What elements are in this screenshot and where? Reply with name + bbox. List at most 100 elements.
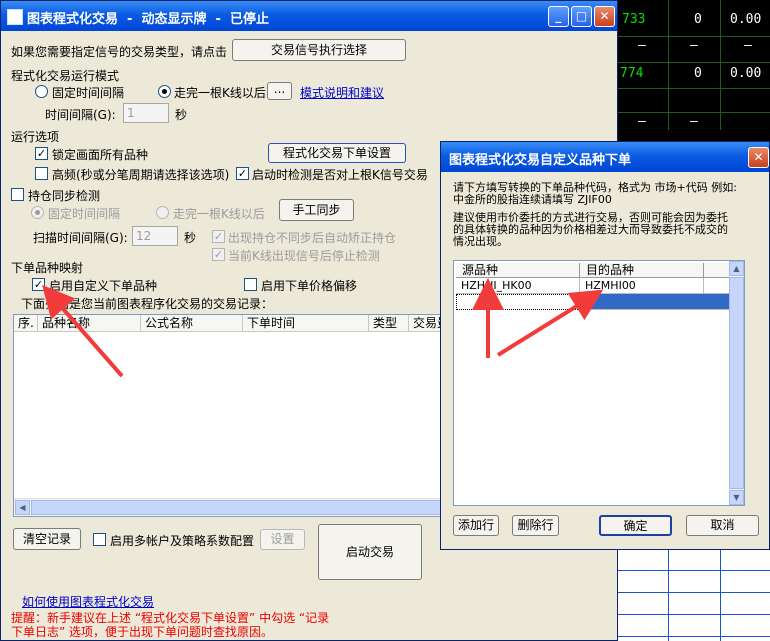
sync-fixed-label: 固定时间间隔 — [48, 207, 121, 221]
quote-value: — — [690, 38, 698, 53]
warning-line: 提醒：新手建议在上述 “程式化交易下单设置” 中勾选 “记录 — [11, 611, 330, 625]
main-titlebar[interactable]: 图表程式化交易 - 动态显示牌 - 已停止 _ □ ✕ — [1, 1, 617, 31]
column-header[interactable]: 下单时间 — [243, 315, 369, 332]
background-spreadsheet-grid — [616, 548, 770, 641]
lock-checkbox[interactable]: ✓ — [35, 147, 48, 160]
scroll-up-icon[interactable]: ▲ — [729, 261, 744, 276]
quote-value: — — [744, 38, 752, 53]
quote-value: 774 — [620, 66, 644, 81]
signal-select-button[interactable]: 交易信号执行选择 — [232, 39, 406, 61]
sync-fixed-radio[interactable] — [31, 206, 44, 219]
mode-fixed-label: 固定时间间隔 — [52, 86, 125, 100]
quote-value: — — [690, 114, 698, 129]
quote-value: 0.00 — [730, 66, 762, 81]
column-header[interactable]: 序. — [14, 315, 38, 332]
mode-heading: 程式化交易运行模式 — [11, 69, 120, 83]
dialog-close-icon[interactable]: ✕ — [748, 147, 769, 168]
sync-checkbox[interactable] — [11, 188, 24, 201]
quote-value: 733 — [622, 12, 646, 27]
run-heading: 运行选项 — [11, 130, 60, 144]
start-trading-button[interactable]: 启动交易 — [318, 524, 422, 580]
multi-account-checkbox[interactable] — [93, 533, 106, 546]
quote-value: 0 — [694, 66, 702, 81]
price-offset-label: 启用下单价格偏移 — [261, 279, 358, 293]
scroll-thumb[interactable] — [729, 277, 744, 489]
minimize-icon[interactable]: _ — [548, 6, 569, 27]
new-source-cell[interactable] — [456, 294, 580, 310]
high-frequency-checkbox[interactable] — [35, 167, 48, 180]
sync-label: 持仓同步检测 — [28, 189, 101, 203]
source-column-header[interactable]: 源品种 — [456, 263, 580, 278]
grid-line — [616, 36, 770, 37]
order-settings-button[interactable]: 程式化交易下单设置 — [268, 143, 406, 163]
grid-line — [616, 112, 770, 113]
startup-check-label: 启动时检测是否对上根K信号交易 — [252, 168, 428, 182]
lock-label: 锁定画面所有品种 — [52, 148, 149, 162]
add-row-button[interactable]: 添加行 — [453, 515, 499, 536]
mode-help-link[interactable]: 模式说明和建议 — [300, 84, 384, 101]
grid-line — [616, 62, 770, 63]
multi-account-label: 启用多帐户及策略系数配置 — [110, 534, 255, 548]
clear-records-button[interactable]: 清空记录 — [13, 528, 81, 550]
interval-input[interactable]: 1 — [123, 103, 169, 123]
source-symbol-cell[interactable]: HZHHI_HK00 — [456, 278, 580, 294]
maximize-icon[interactable]: □ — [571, 6, 592, 27]
sync-bar-label: 走完一根K线以后 — [173, 207, 265, 221]
symbol-mapping-table[interactable]: 源品种 目的品种 HZHHI_HK00 HZMHI00 ▲ ▼ — [453, 260, 745, 506]
custom-symbol-label: 启用自定义下单品种 — [49, 279, 158, 293]
scan-interval-unit: 秒 — [184, 231, 197, 245]
grid-line — [720, 0, 721, 130]
ok-button[interactable]: 确定 — [599, 515, 672, 536]
table-vertical-scrollbar[interactable]: ▲ ▼ — [729, 261, 744, 505]
dialog-titlebar[interactable]: 图表程式化交易自定义品种下单 ✕ — [441, 142, 769, 172]
custom-symbol-dialog: 图表程式化交易自定义品种下单 ✕ 请下方填写转换的下单品种代码，格式为 市场+代… — [440, 141, 770, 550]
mode-fixed-radio[interactable] — [35, 85, 48, 98]
scroll-left-icon[interactable]: ◀ — [15, 500, 30, 515]
auto-fix-label: 出现持仓不同步后自动矫正持仓 — [228, 231, 397, 245]
mode-dots-button[interactable]: ... — [267, 82, 292, 100]
scan-interval-input[interactable]: 12 — [132, 226, 178, 246]
quote-value: 0 — [694, 12, 702, 27]
scroll-down-icon[interactable]: ▼ — [729, 490, 744, 505]
quote-value: — — [638, 114, 646, 129]
dialog-title: 图表程式化交易自定义品种下单 — [449, 153, 632, 168]
cancel-button[interactable]: 取消 — [686, 515, 759, 536]
auto-fix-checkbox[interactable]: ✓ — [212, 230, 225, 243]
stop-detect-checkbox[interactable]: ✓ — [212, 248, 225, 261]
warning-text: 提醒：新手建议在上述 “程式化交易下单设置” 中勾选 “记录 下单日志” 选项，… — [11, 611, 329, 639]
grid-line — [616, 88, 770, 89]
scan-interval-label: 扫描时间间隔(G): — [33, 231, 128, 245]
quote-value: — — [638, 38, 646, 53]
interval-label: 时间间隔(G): — [45, 108, 116, 122]
close-icon[interactable]: ✕ — [594, 6, 615, 27]
high-frequency-label: 高频(秒或分笔周期请选择该选项) — [52, 168, 230, 182]
dialog-description: 情况出现。 — [453, 235, 508, 248]
column-header[interactable]: 公式名称 — [141, 315, 243, 332]
records-label: 下面列出是您当前图表程序化交易的交易记录： — [21, 297, 274, 311]
target-symbol-cell[interactable]: HZMHI00 — [580, 278, 704, 294]
app-icon — [7, 9, 23, 25]
interval-unit: 秒 — [175, 108, 188, 122]
column-header[interactable]: 品种名称 — [38, 315, 141, 332]
custom-symbol-checkbox[interactable]: ✓ — [32, 278, 45, 291]
quote-value: 0.00 — [730, 12, 762, 27]
target-column-header[interactable]: 目的品种 — [580, 263, 704, 278]
main-title: 图表程式化交易 - 动态显示牌 - 已停止 — [27, 12, 269, 27]
delete-row-button[interactable]: 删除行 — [512, 515, 559, 536]
howto-link[interactable]: 如何使用图表程式化交易 — [22, 593, 154, 610]
mode-bar-radio[interactable] — [158, 85, 171, 98]
mapping-heading: 下单品种映射 — [11, 261, 84, 275]
stop-detect-label: 当前K线出现信号后停止检测 — [228, 249, 380, 263]
grid-line — [668, 0, 669, 130]
column-header[interactable]: 类型 — [369, 315, 409, 332]
new-target-cell-selected[interactable] — [580, 294, 742, 310]
sync-bar-radio[interactable] — [156, 206, 169, 219]
manual-sync-button[interactable]: 手工同步 — [279, 199, 354, 221]
warning-line: 下单日志” 选项，便于出现下单问题时查找原因。 — [11, 625, 274, 639]
price-offset-checkbox[interactable] — [244, 278, 257, 291]
dialog-description: 中金所的股指连续请填写 ZJIF00 — [453, 193, 612, 206]
startup-check-checkbox[interactable]: ✓ — [236, 167, 249, 180]
signal-prompt: 如果您需要指定信号的交易类型，请点击 — [11, 45, 228, 59]
mode-bar-label: 走完一根K线以后 — [174, 86, 266, 100]
config-button[interactable]: 设置 — [260, 529, 305, 550]
